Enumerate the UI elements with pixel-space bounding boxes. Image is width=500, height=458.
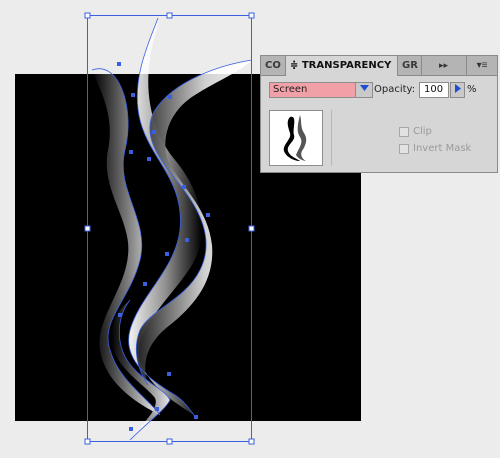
object-thumbnail[interactable] [269, 110, 323, 166]
transparency-panel: CO ≑ TRANSPARENCY GR ▸▸ ▾≡ Screen Opacit… [260, 55, 498, 173]
tab-gradient[interactable]: GR [398, 56, 422, 75]
blend-mode-value: Screen [273, 84, 308, 95]
bbox-handle-bottom-right[interactable] [248, 438, 255, 445]
opacity-label: Opacity: [374, 84, 416, 95]
invert-mask-label: Invert Mask [413, 143, 472, 154]
thumbnail-smoke-icon [270, 111, 322, 165]
opacity-unit: % [467, 84, 477, 95]
panel-tab-bar: CO ≑ TRANSPARENCY GR ▸▸ ▾≡ [261, 56, 497, 76]
bbox-handle-bottom-left[interactable] [84, 438, 91, 445]
panel-menu-icon[interactable]: ▾≡ [466, 56, 497, 75]
bbox-handle-top-mid[interactable] [166, 12, 173, 19]
bbox-handle-mid-right[interactable] [248, 225, 255, 232]
stepper-arrow-icon[interactable] [450, 82, 465, 98]
tab-color[interactable]: CO [261, 56, 286, 75]
invert-mask-checkbox[interactable] [399, 144, 409, 154]
bbox-handle-top-left[interactable] [84, 12, 91, 19]
bbox-handle-top-right[interactable] [248, 12, 255, 19]
clip-checkbox[interactable] [399, 127, 409, 137]
collapse-icon[interactable]: ▸▸ [439, 56, 448, 75]
tab-transparency[interactable]: ≑ TRANSPARENCY [286, 56, 398, 76]
opacity-input[interactable]: 100 [419, 82, 449, 98]
bbox-handle-bottom-mid[interactable] [166, 438, 173, 445]
dropdown-arrow-icon[interactable] [355, 83, 372, 97]
bbox-handle-mid-left[interactable] [84, 225, 91, 232]
opacity-mask-area[interactable] [331, 110, 490, 166]
clip-label: Clip [413, 126, 432, 137]
blend-mode-select[interactable]: Screen [269, 82, 373, 98]
